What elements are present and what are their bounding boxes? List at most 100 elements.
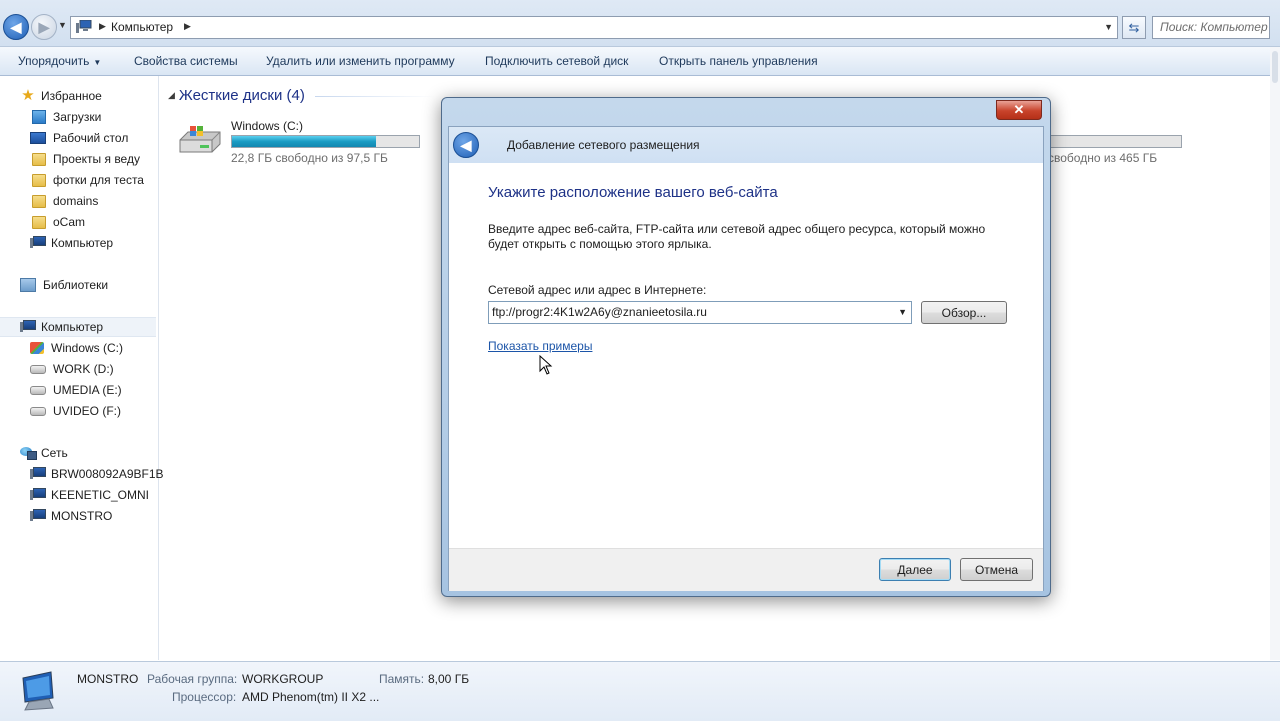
details-pane: MONSTRO Рабочая группа: WORKGROUP Память… [0,661,1280,721]
windows-drive-icon [179,126,221,153]
dialog-header: ◀ Добавление сетевого размещения [449,127,1043,163]
sidebar-item-label: Windows (C:) [51,341,124,355]
map-network-drive-button[interactable]: Подключить сетевой диск [485,54,628,68]
sidebar-item-network[interactable]: Сеть [20,443,68,463]
drive-name: Windows (C:) [231,119,304,133]
sidebar-item-keenetic[interactable]: KEENETIC_OMNI [30,485,149,505]
show-examples-link[interactable]: Показать примеры [488,339,592,353]
computer-name: MONSTRO [77,672,139,686]
collapse-caret-icon[interactable]: ◢ [168,90,175,100]
hard-disks-group-header[interactable]: ◢ Жесткие диски (4) [168,87,305,104]
command-bar: Упорядочить ▼ Свойства системы Удалить ил… [0,47,1280,76]
sidebar-item-label: Компьютер [41,320,104,334]
sidebar-item-domains[interactable]: domains [30,191,98,211]
sidebar-item-computer-favorite[interactable]: Компьютер [30,233,113,253]
organize-menu[interactable]: Упорядочить ▼ [18,54,101,68]
refresh-icon: ⇆ [1128,19,1140,35]
sidebar-item-brw[interactable]: BRW008092A9BF1B [30,464,164,484]
sidebar-item-libraries[interactable]: Библиотеки [20,275,108,295]
sidebar-item-label: UMEDIA (E:) [53,383,122,397]
network-address-combobox[interactable]: ftp://progr2:4K1w2A6y@znanieetosila.ru ▼ [488,301,912,324]
drive-icon [30,364,46,374]
sidebar-item-label: MONSTRO [51,509,113,523]
computer-icon [76,20,92,33]
sidebar-item-drive-f[interactable]: UVIDEO (F:) [30,401,121,421]
breadcrumb-separator-icon[interactable]: ▶ [99,21,106,32]
folder-icon [32,173,46,187]
folder-icon [32,194,46,208]
workgroup-value: WORKGROUP [242,672,324,686]
group-title: Жесткие диски (4) [178,87,305,104]
star-icon: ★ [21,87,35,104]
address-dropdown-icon[interactable]: ▼ [1104,22,1113,32]
address-field-label: Сетевой адрес или адрес в Интернете: [488,283,707,297]
sidebar-item-label: oCam [53,215,86,229]
sidebar-item-drive-e[interactable]: UMEDIA (E:) [30,380,122,400]
back-button[interactable]: ◀ [3,14,29,40]
wizard-back-button[interactable]: ◀ [453,132,479,158]
sidebar-item-desktop[interactable]: Рабочий стол [30,128,128,148]
downloads-folder-icon [32,110,46,124]
organize-label: Упорядочить [18,54,90,68]
scrollbar-thumb[interactable] [1272,51,1278,83]
windows-drive-icon [30,342,44,354]
memory-value: 8,00 ГБ [428,672,470,686]
sidebar-item-label: UVIDEO (F:) [53,404,121,418]
computer-icon [30,508,46,524]
mouse-cursor-icon [539,355,553,375]
system-properties-button[interactable]: Свойства системы [134,54,238,68]
sidebar-item-test-photos[interactable]: фотки для теста [30,170,144,190]
sidebar-item-label: Загрузки [53,110,102,124]
next-button[interactable]: Далее [879,558,951,581]
address-field[interactable]: ▶ Компьютер ▶ ▼ [70,16,1118,39]
network-address-value[interactable]: ftp://progr2:4K1w2A6y@znanieetosila.ru [492,305,707,319]
back-arrow-icon: ◀ [460,136,472,153]
close-button[interactable]: ✕ [996,100,1042,120]
forward-button[interactable]: ▶ [31,14,57,40]
sidebar-item-drive-c[interactable]: Windows (C:) [30,338,123,358]
memory-label: Память: [379,672,425,686]
refresh-button[interactable]: ⇆ [1122,16,1146,39]
sidebar-item-label: Избранное [41,89,102,103]
drive-free-space: 22,8 ГБ свободно из 97,5 ГБ [231,151,388,165]
open-control-panel-button[interactable]: Открыть панель управления [659,54,818,68]
computer-icon [30,466,46,482]
uninstall-program-button[interactable]: Удалить или изменить программу [266,54,455,68]
breadcrumb-separator-icon[interactable]: ▶ [184,21,191,32]
sidebar-item-projects[interactable]: Проекты я веду [30,149,140,169]
close-icon: ✕ [1013,102,1025,117]
sidebar-item-ocam[interactable]: oCam [30,212,85,232]
chevron-down-icon[interactable]: ▼ [898,307,907,317]
sidebar-item-label: фотки для теста [53,173,144,187]
drive-icon [30,385,46,395]
sidebar-item-label: Библиотеки [43,278,109,292]
breadcrumb-computer[interactable]: Компьютер [111,20,173,34]
drive-usage-bar [231,135,420,148]
wizard-heading: Укажите расположение вашего веб-сайта [488,184,778,201]
sidebar-item-label: BRW008092A9BF1B [51,467,164,481]
history-dropdown-icon[interactable]: ▼ [58,20,67,30]
cancel-button[interactable]: Отмена [960,558,1033,581]
chevron-down-icon: ▼ [93,58,102,67]
browse-button[interactable]: Обзор... [921,301,1007,324]
cpu-label: Процессор: [172,690,237,704]
sidebar-item-label: WORK (D:) [53,362,114,376]
sidebar-item-label: Рабочий стол [53,131,129,145]
dialog-footer: Далее Отмена [449,548,1043,591]
search-placeholder: Поиск: Компьютер [1160,20,1268,34]
address-bar-area: ◀ ▶ ▼ ▶ Компьютер ▶ ▼ ⇆ Поиск: Компьютер [0,0,1280,47]
computer-icon [30,487,46,503]
sidebar-item-favorites[interactable]: ★ Избранное [20,86,102,106]
workgroup-label: Рабочая группа: [147,672,238,686]
sidebar-item-monstro[interactable]: MONSTRO [30,506,112,526]
search-input[interactable]: Поиск: Компьютер [1152,16,1270,39]
vertical-scrollbar[interactable] [1270,47,1280,660]
sidebar-item-downloads[interactable]: Загрузки [30,107,101,127]
add-network-location-dialog: ✕ ◀ Добавление сетевого размещения Укажи… [441,97,1051,597]
wizard-description: Введите адрес веб-сайта, FTP-сайта или с… [488,222,986,251]
sidebar-item-computer[interactable]: Компьютер [0,317,156,337]
sidebar-item-label: Сеть [41,446,68,460]
sidebar-item-drive-d[interactable]: WORK (D:) [30,359,114,379]
desktop-icon [30,132,46,144]
computer-monitor-icon [22,671,54,711]
